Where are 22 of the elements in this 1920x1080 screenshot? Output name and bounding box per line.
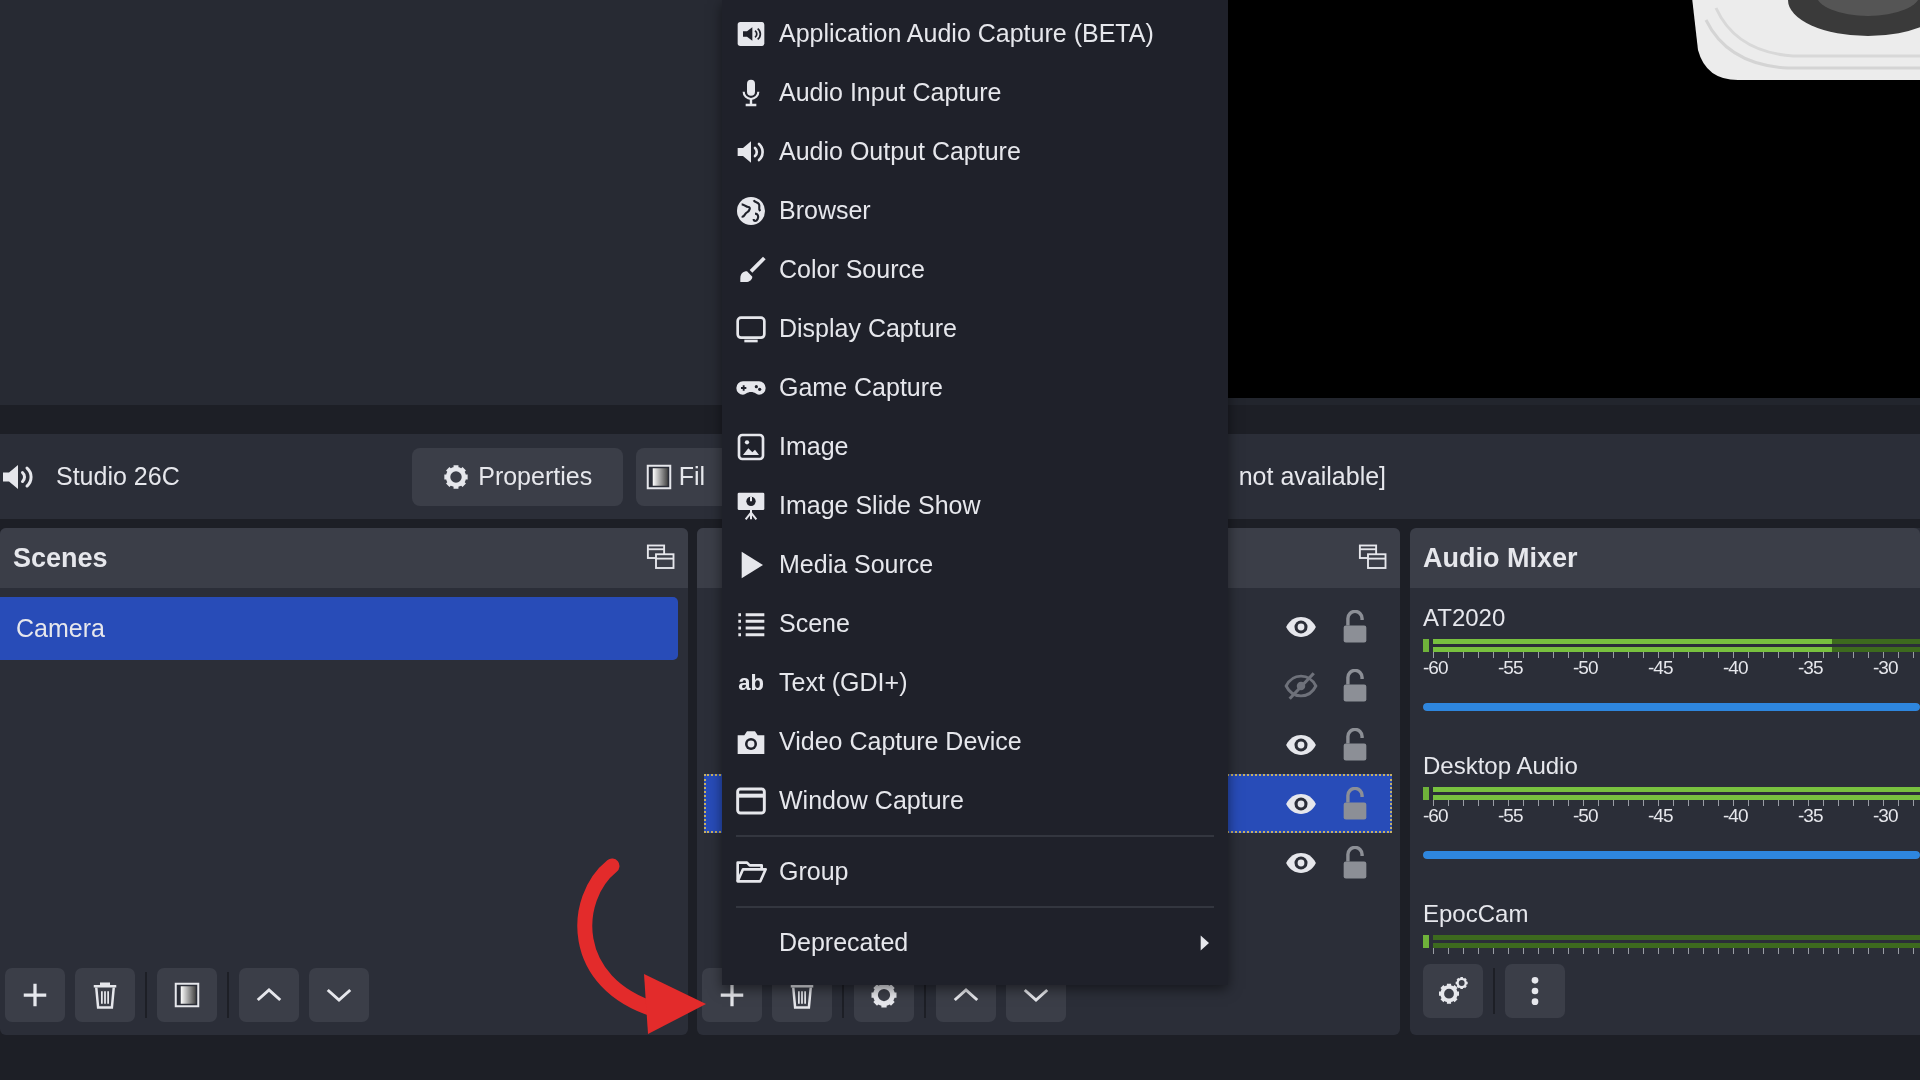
channel-name: EpocCam [1423, 899, 1530, 929]
scale-label: -60 [1423, 658, 1449, 678]
scale-label: -35 [1798, 806, 1824, 826]
scale-label: -55 [1498, 658, 1524, 678]
text-glyph: ab [737, 669, 765, 696]
scale-label: -35 [1798, 658, 1824, 678]
channel-name: AT2020 [1423, 603, 1507, 633]
channel-name: Desktop Audio [1423, 751, 1579, 781]
scale-label: -45 [1648, 658, 1674, 678]
scale-label: -30 [1873, 806, 1899, 826]
scale-label: -60 [1423, 806, 1449, 826]
scale-label: -55 [1498, 806, 1524, 826]
source-name: Studio 26C [56, 462, 180, 491]
status-text: not available] [1238, 462, 1387, 491]
scale-label: -40 [1723, 658, 1749, 678]
scale-label: -45 [1648, 806, 1674, 826]
scale-label: -50 [1573, 658, 1599, 678]
scale-label: -40 [1723, 806, 1749, 826]
panel-title: Audio Mixer [1423, 542, 1578, 574]
scale-label: -30 [1873, 658, 1899, 678]
scale-label: -50 [1573, 806, 1599, 826]
panel-title: Scenes [13, 542, 108, 574]
